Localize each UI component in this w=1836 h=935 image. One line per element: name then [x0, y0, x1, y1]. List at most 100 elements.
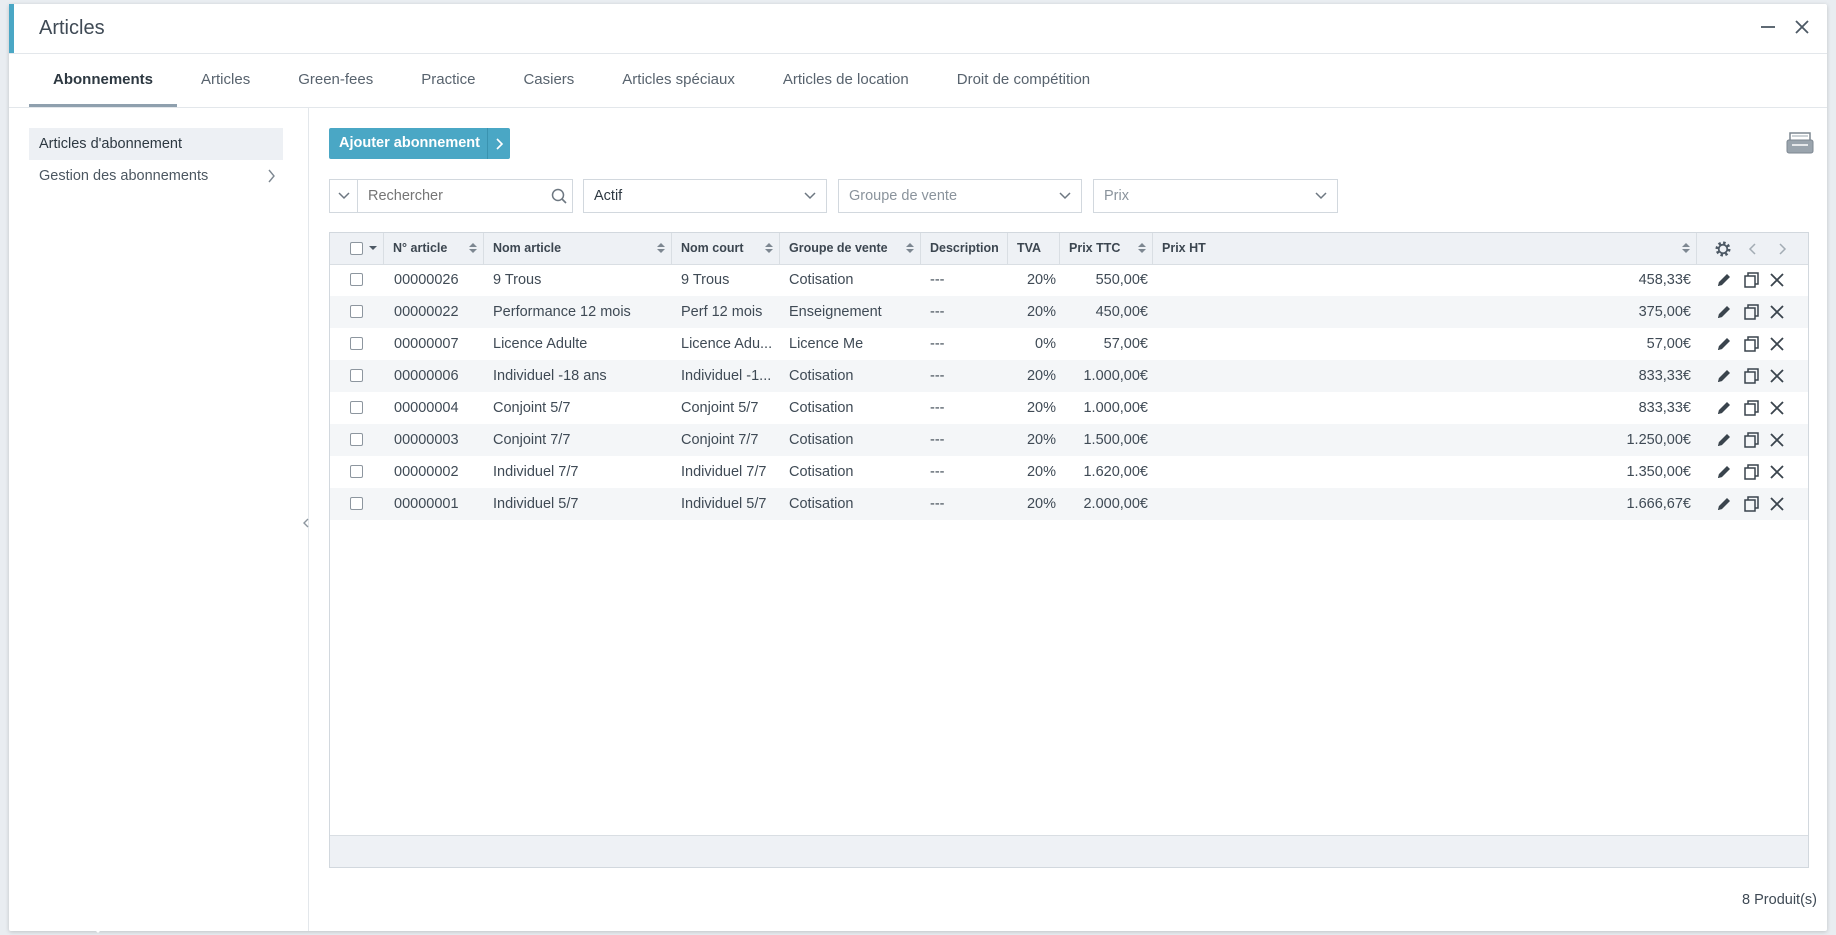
cell-tva: 20%: [1026, 368, 1056, 384]
col-header-tva[interactable]: TVA: [1008, 233, 1060, 264]
row-checkbox[interactable]: [350, 273, 363, 286]
edit-icon[interactable]: [1715, 271, 1733, 289]
cell-numero: 00000026: [394, 272, 459, 288]
row-checkbox[interactable]: [350, 497, 363, 510]
delete-icon[interactable]: [1768, 399, 1786, 417]
copy-icon[interactable]: [1742, 335, 1760, 353]
col-header-numero[interactable]: N° article: [384, 233, 484, 264]
table-row[interactable]: 00000004 Conjoint 5/7 Conjoint 5/7 Cotisati…: [330, 392, 1808, 424]
row-checkbox[interactable]: [350, 465, 363, 478]
delete-icon[interactable]: [1768, 335, 1786, 353]
title-bar: Articles: [9, 4, 1827, 54]
table-row[interactable]: 00000002 Individuel 7/7 Individuel 7/7 Coti…: [330, 456, 1808, 488]
col-header-groupe-vente[interactable]: Groupe de vente: [780, 233, 921, 264]
price-select[interactable]: Prix: [1093, 179, 1338, 213]
table-row[interactable]: 00000026 9 Trous 9 Trous Cotisation --- 20% 55…: [330, 264, 1808, 296]
tab-casiers[interactable]: Casiers: [499, 54, 598, 107]
filter-bar: Actif Groupe de vente Prix: [329, 179, 1817, 213]
close-icon: [1795, 20, 1809, 34]
chevron-right-icon[interactable]: [1777, 242, 1787, 261]
row-checkbox[interactable]: [350, 337, 363, 350]
add-subscription-button[interactable]: Ajouter abonnement: [329, 128, 510, 159]
copy-icon[interactable]: [1742, 399, 1760, 417]
tab-bar: Abonnements Articles Green-fees Practice…: [9, 54, 1827, 108]
edit-icon[interactable]: [1715, 367, 1733, 385]
col-header-nom-court[interactable]: Nom court: [672, 233, 780, 264]
edit-icon[interactable]: [1715, 495, 1733, 513]
tab-practice[interactable]: Practice: [397, 54, 499, 107]
sales-group-select[interactable]: Groupe de vente: [838, 179, 1082, 213]
edit-icon[interactable]: [1715, 303, 1733, 321]
gear-icon[interactable]: [1714, 240, 1732, 263]
col-header-prix-ttc[interactable]: Prix TTC: [1060, 233, 1153, 264]
edit-icon[interactable]: [1715, 431, 1733, 449]
row-checkbox[interactable]: [350, 305, 363, 318]
tab-droit-de-competition[interactable]: Droit de compétition: [933, 54, 1114, 107]
chevron-left-icon[interactable]: [1748, 242, 1758, 261]
sidebar-item-label: Articles d'abonnement: [39, 136, 183, 152]
search-icon[interactable]: [551, 179, 567, 218]
tab-articles[interactable]: Articles: [177, 54, 274, 107]
delete-icon[interactable]: [1768, 303, 1786, 321]
sidebar-item-gestion-abonnements[interactable]: Gestion des abonnements: [29, 160, 283, 192]
cell-nom-court: Perf 12 mois: [681, 304, 763, 320]
cell-nom-article: Individuel 5/7: [493, 496, 579, 512]
cell-tva: 20%: [1026, 432, 1056, 448]
copy-icon[interactable]: [1742, 303, 1760, 321]
copy-icon[interactable]: [1742, 463, 1760, 481]
row-checkbox[interactable]: [350, 369, 363, 382]
table-row[interactable]: 00000006 Individuel -18 ans Individuel -1.…: [330, 360, 1808, 392]
delete-icon[interactable]: [1768, 367, 1786, 385]
col-header-prix-ht[interactable]: Prix HT: [1153, 233, 1697, 264]
cell-prix-ttc: 450,00€: [1095, 304, 1148, 320]
select-all-checkbox[interactable]: [350, 242, 363, 255]
copy-icon[interactable]: [1742, 431, 1760, 449]
tab-articles-de-location[interactable]: Articles de location: [759, 54, 933, 107]
search-input[interactable]: [357, 179, 573, 213]
col-header-nom-article[interactable]: Nom article: [484, 233, 672, 264]
status-select[interactable]: Actif: [583, 179, 827, 213]
row-checkbox[interactable]: [350, 401, 363, 414]
copy-icon[interactable]: [1742, 271, 1760, 289]
collapse-panel-icon[interactable]: [302, 517, 310, 529]
cell-description: ---: [930, 464, 945, 480]
sales-group-placeholder: Groupe de vente: [849, 188, 958, 204]
cell-prix-ttc: 1.000,00€: [1083, 400, 1148, 416]
search-mode-dropdown[interactable]: [329, 179, 358, 213]
cell-prix-ht: 1.250,00€: [1626, 432, 1691, 448]
row-checkbox[interactable]: [350, 433, 363, 446]
table-row[interactable]: 00000007 Licence Adulte Licence Adu... Lice…: [330, 328, 1808, 360]
minimize-button[interactable]: [1755, 14, 1781, 40]
col-header-description[interactable]: Description: [921, 233, 1008, 264]
copy-icon[interactable]: [1742, 495, 1760, 513]
cell-prix-ht: 1.666,67€: [1626, 496, 1691, 512]
copy-icon[interactable]: [1742, 367, 1760, 385]
cell-description: ---: [930, 304, 945, 320]
delete-icon[interactable]: [1768, 431, 1786, 449]
cell-nom-article: Individuel 7/7: [493, 464, 579, 480]
table-row[interactable]: 00000003 Conjoint 7/7 Conjoint 7/7 Cotisati…: [330, 424, 1808, 456]
delete-icon[interactable]: [1768, 463, 1786, 481]
edit-icon[interactable]: [1715, 463, 1733, 481]
delete-icon[interactable]: [1768, 271, 1786, 289]
table-row[interactable]: 00000022 Performance 12 mois Perf 12 mois E…: [330, 296, 1808, 328]
printer-icon[interactable]: [1786, 131, 1814, 155]
edit-icon[interactable]: [1715, 335, 1733, 353]
main-content: Ajouter abonnement Actif: [329, 107, 1817, 931]
table-row[interactable]: 00000001 Individuel 5/7 Individuel 5/7 Coti…: [330, 488, 1808, 520]
grid-header: N° article Nom article Nom court Groupe …: [330, 233, 1808, 265]
tab-green-fees[interactable]: Green-fees: [274, 54, 397, 107]
tab-abonnements[interactable]: Abonnements: [29, 54, 178, 107]
sort-icon: [469, 243, 477, 253]
cell-nom-article: Individuel -18 ans: [493, 368, 607, 384]
cell-prix-ht: 458,33€: [1638, 272, 1691, 288]
close-window-button[interactable]: [1789, 14, 1815, 40]
delete-icon[interactable]: [1768, 495, 1786, 513]
edit-icon[interactable]: [1715, 399, 1733, 417]
chevron-right-icon: [487, 128, 510, 159]
minimize-icon: [1761, 26, 1775, 28]
select-all-header: [330, 233, 384, 264]
sidebar-item-articles-abonnement[interactable]: Articles d'abonnement: [29, 128, 283, 160]
cell-description: ---: [930, 400, 945, 416]
tab-articles-speciaux[interactable]: Articles spéciaux: [598, 54, 759, 107]
